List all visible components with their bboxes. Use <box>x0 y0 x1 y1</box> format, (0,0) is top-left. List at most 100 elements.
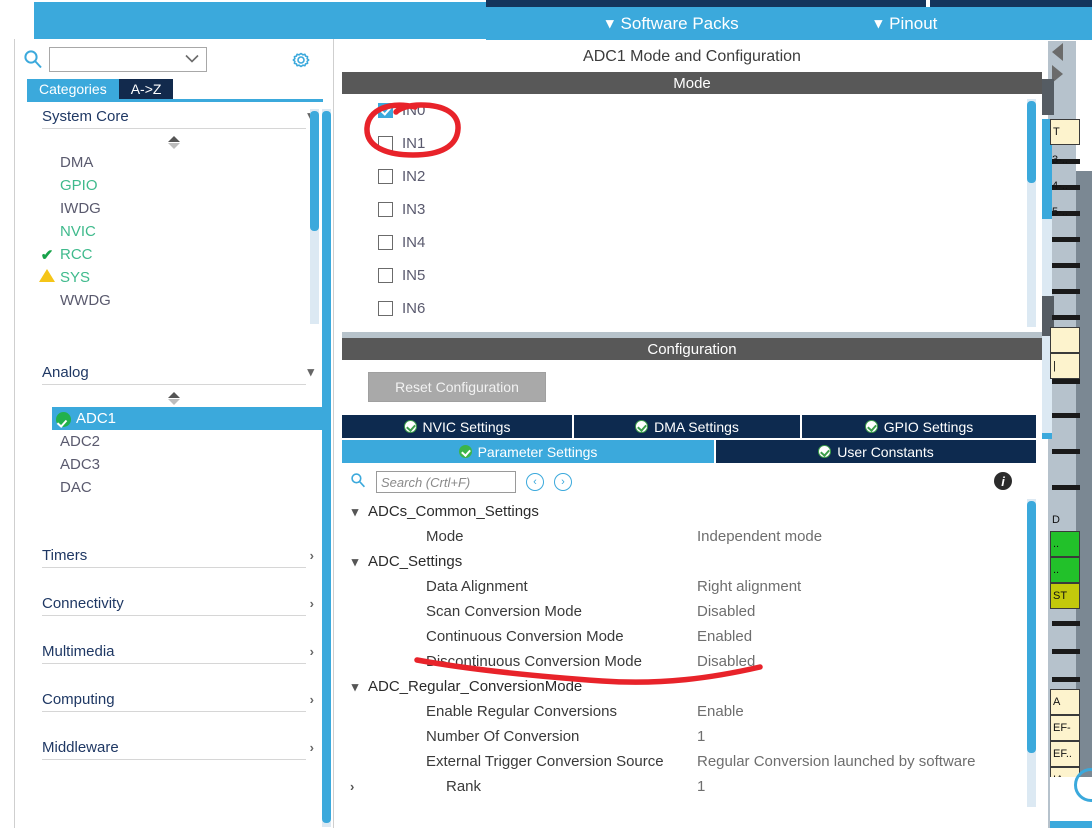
tab-a-to-z[interactable]: A->Z <box>118 79 174 101</box>
pin-label-box[interactable]: .. <box>1050 531 1080 557</box>
sidebar-group-system-core[interactable]: System Core ▾ <box>16 104 332 128</box>
sidebar-item-dac[interactable]: DAC <box>16 476 332 499</box>
tree-group-adc-settings[interactable]: ▾ ADC_Settings <box>342 549 1042 574</box>
parameter-scrollbar-thumb[interactable] <box>1027 501 1036 753</box>
pin-label: T <box>1053 126 1060 138</box>
sidebar-group-multimedia[interactable]: Multimedia › <box>16 639 332 663</box>
info-icon[interactable]: i <box>994 472 1012 490</box>
sidebar-item-gpio[interactable]: GPIO <box>16 174 332 197</box>
pin-label-box[interactable]: 3-.. <box>1050 147 1080 173</box>
sidebar-group-timers[interactable]: Timers › <box>16 543 332 567</box>
tree-group-adcs-common-settings[interactable]: ▾ ADCs_Common_Settings <box>342 499 1042 524</box>
tab-nvic-settings[interactable]: NVIC Settings <box>342 415 574 438</box>
pin-label-box[interactable]: A <box>1050 689 1080 715</box>
pin-label-box[interactable]: EF.. <box>1050 741 1080 767</box>
checkbox-in6[interactable] <box>378 301 393 316</box>
sidebar-group-middleware-label: Middleware <box>42 738 119 756</box>
table-row[interactable]: Data Alignment Right alignment <box>342 574 1042 599</box>
pin-label-box[interactable]: | <box>1050 353 1080 379</box>
sidebar-item-adc1[interactable]: ADC1 <box>52 407 324 430</box>
chip-pin <box>1052 413 1080 418</box>
collapse-left-arrow-icon[interactable] <box>1052 43 1063 61</box>
checkbox-in5[interactable] <box>378 268 393 283</box>
divider <box>42 759 306 760</box>
gear-icon[interactable] <box>291 50 311 75</box>
checkbox-in2[interactable] <box>378 169 393 184</box>
pin-label: EF.. <box>1053 748 1072 760</box>
sidebar-group-computing[interactable]: Computing › <box>16 687 332 711</box>
table-row[interactable]: Number Of Conversion 1 <box>342 724 1042 749</box>
sidebar-scroll-spinner[interactable] <box>16 392 332 405</box>
pin-label-box[interactable]: 4-.. <box>1050 173 1080 199</box>
tab-categories[interactable]: Categories <box>27 79 119 101</box>
toolbar-left-band <box>34 2 486 39</box>
sidebar-item-nvic[interactable]: NVIC <box>16 220 332 243</box>
pin-label-box[interactable]: .. <box>1050 557 1080 583</box>
sidebar-item-wwdg[interactable]: WWDG <box>16 289 332 312</box>
chip-pin <box>1052 449 1080 454</box>
checkbox-in1[interactable] <box>378 136 393 151</box>
table-row[interactable]: External Trigger Conversion Source Regul… <box>342 749 1042 774</box>
sidebar-scrollbar-thumb[interactable] <box>322 111 331 823</box>
sidebar-item-adc3[interactable]: ADC3 <box>16 453 332 476</box>
tab-user-constants[interactable]: User Constants <box>716 440 1036 463</box>
stm32cubemx-window: ▾ Software Packs ▾ Pinout Categories A->… <box>0 0 1092 828</box>
mode-row-in3[interactable]: IN3 <box>342 193 1042 226</box>
pin-label-box[interactable]: T <box>1050 119 1080 145</box>
parameter-search-input[interactable]: Search (Crtl+F) <box>376 471 516 493</box>
mode-row-in2[interactable]: IN2 <box>342 160 1042 193</box>
checkbox-in5-label: IN5 <box>402 267 426 284</box>
pin-label-box[interactable]: EF- <box>1050 715 1080 741</box>
tab-nvic-settings-label: NVIC Settings <box>422 418 511 435</box>
corner-blue-bar <box>1050 821 1092 828</box>
pin-label-box[interactable] <box>1050 327 1080 353</box>
tab-dma-settings[interactable]: DMA Settings <box>574 415 802 438</box>
mode-row-in6[interactable]: IN6 <box>342 292 1042 325</box>
checkbox-in4[interactable] <box>378 235 393 250</box>
checkbox-in0[interactable] <box>378 103 393 118</box>
checkbox-in0-label: IN0 <box>402 102 426 119</box>
pin-label-box[interactable]: D <box>1050 507 1080 533</box>
toolbar-navy-band <box>486 0 1092 7</box>
sidebar-scroll-spinner[interactable] <box>16 136 332 149</box>
mode-row-in5[interactable]: IN5 <box>342 259 1042 292</box>
sidebar-item-sys[interactable]: SYS <box>16 266 332 289</box>
chevron-down-icon: ▾ <box>351 678 359 694</box>
reset-configuration-button[interactable]: Reset Configuration <box>368 372 546 402</box>
tree-group-adc-regular-conversionmode[interactable]: ▾ ADC_Regular_ConversionMode <box>342 674 1042 699</box>
mode-row-in1[interactable]: IN1 <box>342 127 1042 160</box>
mode-row-in0[interactable]: IN0 <box>342 94 1042 127</box>
mode-row-in4[interactable]: IN4 <box>342 226 1042 259</box>
chevron-down-icon: ▾ <box>351 553 359 569</box>
sidebar-item-adc2-label: ADC2 <box>60 433 101 450</box>
table-row[interactable]: Discontinuous Conversion Mode Disabled <box>342 649 1042 674</box>
mode-scrollbar-thumb[interactable] <box>1027 101 1036 183</box>
checkbox-in3[interactable] <box>378 202 393 217</box>
sidebar-search-row <box>15 39 333 79</box>
search-input[interactable] <box>49 46 207 72</box>
sidebar-item-rcc[interactable]: ✔ RCC <box>16 243 332 266</box>
sidebar-item-dma-label: DMA <box>60 154 94 171</box>
sidebar-group-analog[interactable]: Analog ▾ <box>16 360 332 384</box>
tab-parameter-settings[interactable]: Parameter Settings <box>342 440 716 463</box>
sidebar-item-iwdg[interactable]: IWDG <box>16 197 332 220</box>
sidebar-item-dma[interactable]: DMA <box>16 151 332 174</box>
sidebar-inner-scrollbar-thumb[interactable] <box>310 111 319 231</box>
menu-pinout[interactable]: ▾ Pinout <box>875 14 938 34</box>
pin-label-box[interactable]: ST <box>1050 583 1080 609</box>
pin-label-box[interactable]: 5-.. <box>1050 199 1080 225</box>
table-row[interactable]: Scan Conversion Mode Disabled <box>342 599 1042 624</box>
chevron-right-icon: › <box>561 476 565 488</box>
sidebar-item-adc2[interactable]: ADC2 <box>16 430 332 453</box>
table-row[interactable]: Mode Independent mode <box>342 524 1042 549</box>
table-row[interactable]: Enable Regular Conversions Enable <box>342 699 1042 724</box>
search-prev-button[interactable]: ‹ <box>526 473 544 491</box>
search-next-button[interactable]: › <box>554 473 572 491</box>
table-row[interactable]: › Rank 1 <box>342 774 1042 799</box>
sidebar-group-connectivity[interactable]: Connectivity › <box>16 591 332 615</box>
chevron-right-icon[interactable]: › <box>350 779 354 794</box>
table-row[interactable]: Continuous Conversion Mode Enabled <box>342 624 1042 649</box>
tab-gpio-settings[interactable]: GPIO Settings <box>802 415 1036 438</box>
menu-software-packs[interactable]: ▾ Software Packs <box>606 14 739 34</box>
sidebar-group-middleware[interactable]: Middleware › <box>16 735 332 759</box>
